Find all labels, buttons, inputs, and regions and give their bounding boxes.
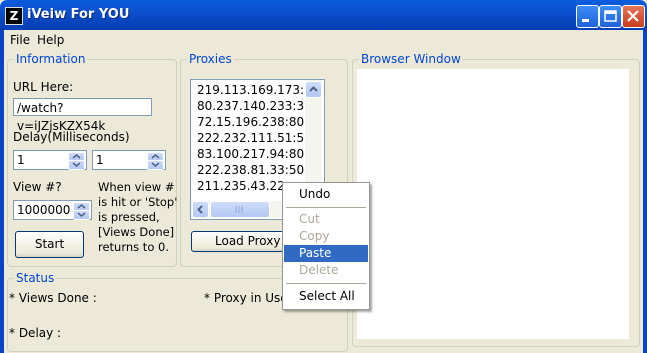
view-note-line-4: [Views Done]: [98, 225, 175, 239]
context-menu-undo[interactable]: Undo: [284, 186, 368, 203]
scroll-up-button[interactable]: [305, 81, 322, 98]
horizontal-scroll-thumb[interactable]: [210, 201, 270, 218]
context-menu-copy[interactable]: Copy: [284, 228, 368, 245]
window-border-right: [643, 30, 647, 353]
proxy-line[interactable]: 83.100.217.94:80: [197, 147, 304, 161]
context-menu-cut[interactable]: Cut: [284, 211, 368, 228]
view-count-down-button[interactable]: [73, 210, 90, 220]
browser-window-group-title: Browser Window: [359, 52, 463, 66]
context-menu: Undo Cut Copy Paste Delete Select All: [282, 182, 370, 310]
scroll-left-button[interactable]: [192, 201, 209, 218]
maximize-button[interactable]: [599, 5, 622, 28]
scroll-up-icon: [309, 86, 318, 92]
menu-file[interactable]: File: [10, 33, 30, 47]
delay-min-stepper[interactable]: 1: [13, 150, 87, 170]
close-icon: [627, 10, 639, 22]
spin-down-icon: [77, 212, 86, 217]
status-group-title: Status: [14, 271, 57, 285]
delay-max-stepper[interactable]: 1: [92, 150, 166, 170]
app-icon[interactable]: Z: [5, 7, 23, 25]
load-proxy-list-button[interactable]: Load Proxy L: [191, 231, 291, 252]
menu-bar: File Help: [4, 30, 643, 48]
delay-max-value: 1: [96, 153, 104, 167]
view-note-line-1: When view #: [98, 180, 175, 194]
view-note-line-2: is hit or 'Stop': [98, 195, 178, 209]
spin-down-icon: [72, 162, 81, 167]
minimize-button[interactable]: [576, 5, 599, 28]
proxy-line[interactable]: 211.235.43.22: [197, 179, 285, 193]
scroll-left-icon: [197, 205, 203, 214]
context-menu-paste[interactable]: Paste: [284, 245, 368, 262]
browser-view[interactable]: [357, 69, 629, 339]
view-note-line-3: is pressed,: [98, 210, 160, 224]
proxy-line[interactable]: 222.238.81.33:500: [197, 163, 312, 177]
spin-up-icon: [72, 154, 81, 159]
delay-min-down-button[interactable]: [68, 160, 85, 170]
proxy-line[interactable]: 222.232.111.51:500: [197, 131, 319, 145]
view-note-line-5: returns to 0.: [98, 240, 169, 254]
minimize-icon: [582, 19, 589, 22]
delay-max-down-button[interactable]: [147, 160, 164, 170]
context-menu-delete[interactable]: Delete: [284, 262, 368, 279]
url-input[interactable]: /watch?v=iJZjsKZX54k: [13, 98, 152, 133]
proxy-line[interactable]: 219.113.169.173:80: [197, 83, 319, 97]
title-bar[interactable]: Z iVeiw For YOU: [0, 0, 647, 30]
close-button[interactable]: [622, 5, 645, 28]
view-count-label: View #?: [13, 180, 62, 194]
delay-label: Delay(Milliseconds): [13, 130, 130, 144]
proxy-in-use-label: * Proxy in Use: [204, 291, 288, 305]
context-menu-separator: [286, 207, 366, 208]
window-title: iVeiw For YOU: [27, 7, 130, 22]
maximize-icon: [604, 10, 617, 22]
spin-down-icon: [151, 162, 160, 167]
status-delay-label: * Delay :: [9, 326, 62, 340]
url-label: URL Here:: [13, 80, 74, 94]
delay-min-value: 1: [17, 153, 25, 167]
proxy-line[interactable]: 72.15.196.238:80: [197, 115, 304, 129]
context-menu-select-all[interactable]: Select All: [284, 288, 368, 305]
information-group-title: Information: [14, 52, 88, 66]
proxies-group-title: Proxies: [187, 52, 234, 66]
view-count-stepper[interactable]: 1000000: [13, 200, 92, 220]
spin-up-icon: [77, 204, 86, 209]
view-count-value: 1000000: [17, 203, 71, 217]
views-done-label: * Views Done :: [9, 291, 97, 305]
proxy-line[interactable]: 80.237.140.233:33: [197, 99, 312, 113]
menu-help[interactable]: Help: [37, 33, 64, 47]
context-menu-separator: [286, 283, 366, 284]
window-border-left: [0, 30, 4, 353]
start-button[interactable]: Start: [15, 231, 84, 258]
spin-up-icon: [151, 154, 160, 159]
